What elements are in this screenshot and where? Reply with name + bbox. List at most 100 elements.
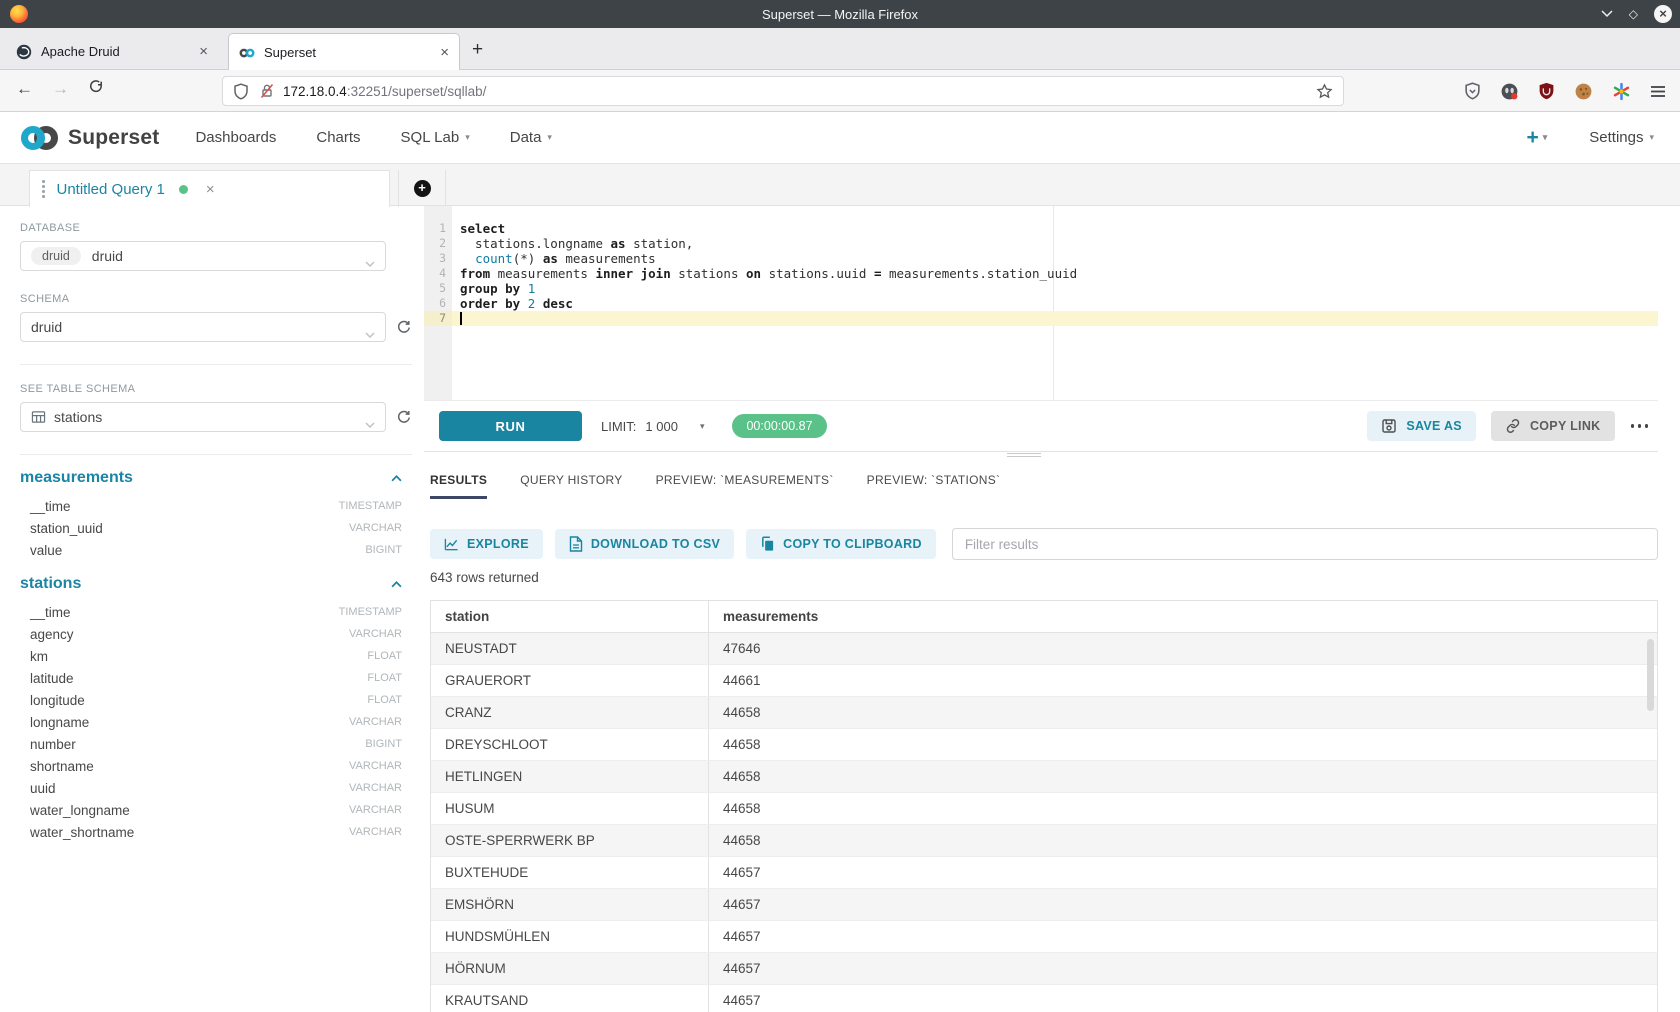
ublock-shield-icon[interactable]	[1538, 82, 1555, 100]
nav-item-sql-lab[interactable]: SQL Lab▾	[401, 129, 470, 146]
refresh-schemas-icon[interactable]	[395, 318, 412, 340]
bookmark-star-icon[interactable]	[1316, 83, 1333, 100]
code-line[interactable]	[452, 311, 1658, 326]
url-bar[interactable]: 172.18.0.4:32251/superset/sqllab/	[222, 76, 1344, 106]
tab-close-icon[interactable]: ×	[199, 43, 208, 60]
tracking-shield-icon[interactable]	[233, 83, 249, 100]
schema-table-name: measurements	[20, 469, 133, 487]
cell-station: KRAUTSAND	[431, 985, 709, 1012]
query-tab-close-icon[interactable]: ×	[206, 181, 215, 198]
tab-close-icon[interactable]: ×	[440, 44, 449, 61]
settings-menu[interactable]: Settings▾	[1589, 129, 1654, 146]
results-tab-preview-stations[interactable]: PREVIEW: `STATIONS`	[867, 460, 1001, 500]
browser-tab-apache-druid[interactable]: Apache Druid ×	[6, 33, 218, 70]
schema-column-row: latitudeFLOAT	[20, 667, 402, 689]
code-line[interactable]: from measurements inner join stations on…	[452, 266, 1658, 281]
query-tab-untitled-1[interactable]: Untitled Query 1 ×	[29, 170, 390, 207]
window-close-button[interactable]: ×	[1654, 5, 1672, 23]
cookie-icon[interactable]	[1574, 82, 1593, 101]
results-tab-preview-measurements[interactable]: PREVIEW: `MEASUREMENTS`	[656, 460, 834, 500]
save-as-button[interactable]: SAVE AS	[1367, 411, 1476, 441]
code-line[interactable]: select	[452, 221, 1658, 236]
code-line[interactable]: group by 1	[452, 281, 1658, 296]
pane-resize-handle[interactable]	[1007, 451, 1041, 459]
query-tabstrip: Untitled Query 1 × +	[0, 164, 1680, 206]
filter-results-input[interactable]	[952, 528, 1658, 560]
browser-toolbar: ← → 172.18.0.4:32251/superset/sqllab/	[0, 70, 1680, 112]
results-tabbar: RESULTS QUERY HISTORY PREVIEW: `MEASUREMEN…	[430, 460, 1658, 500]
column-name: km	[20, 649, 48, 664]
cell-measurements: 44658	[709, 729, 1657, 760]
plus-circle-icon: +	[414, 180, 431, 197]
shield-extension-icon[interactable]	[1464, 82, 1481, 100]
forward-button[interactable]: →	[52, 79, 69, 99]
back-button[interactable]: ←	[16, 79, 33, 99]
cell-station: HÖRNUM	[431, 953, 709, 984]
nav-item-data[interactable]: Data▾	[510, 129, 552, 146]
column-name: longname	[20, 715, 89, 730]
cell-measurements: 44658	[709, 825, 1657, 856]
reload-button[interactable]	[88, 79, 104, 100]
chevron-up-icon[interactable]	[391, 575, 402, 593]
schema-table-header-measurements[interactable]: measurements	[20, 469, 402, 487]
limit-value: 1 000	[645, 419, 678, 434]
results-table-header: station measurements	[431, 601, 1657, 633]
cell-measurements: 44658	[709, 793, 1657, 824]
column-name: value	[20, 543, 62, 558]
schema-select[interactable]: druid	[20, 312, 386, 342]
schema-column-row: water_shortnameVARCHAR	[20, 821, 402, 843]
run-button[interactable]: RUN	[439, 411, 582, 441]
more-options-button[interactable]	[1629, 418, 1651, 434]
text-cursor	[460, 312, 462, 325]
window-restore-icon[interactable]: ◇	[1629, 7, 1638, 21]
schema-table-header-stations[interactable]: stations	[20, 575, 402, 593]
insecure-lock-icon[interactable]	[259, 83, 275, 99]
results-scrollbar-thumb[interactable]	[1647, 639, 1654, 711]
chevron-up-icon[interactable]	[391, 469, 402, 487]
cell-measurements: 44658	[709, 761, 1657, 792]
download-csv-button[interactable]: DOWNLOAD TO CSV	[555, 529, 734, 559]
browser-tab-superset[interactable]: Superset ×	[228, 33, 460, 71]
results-tab-results[interactable]: RESULTS	[430, 460, 487, 500]
url-host: 172.18.0.4	[283, 84, 347, 99]
schema-column-row: __timeTIMESTAMP	[20, 601, 402, 623]
editor-code[interactable]: select stations.longname as station, cou…	[452, 206, 1658, 400]
column-name: number	[20, 737, 76, 752]
rows-returned-text: 643 rows returned	[430, 570, 539, 585]
add-new-button[interactable]: +▾	[1526, 126, 1547, 150]
explore-button[interactable]: EXPLORE	[430, 529, 543, 559]
schema-column-row: water_longnameVARCHAR	[20, 799, 402, 821]
add-query-tab[interactable]: +	[398, 170, 446, 207]
database-label: DATABASE	[20, 222, 412, 234]
column-header-measurements[interactable]: measurements	[709, 601, 1657, 632]
copy-to-clipboard-button[interactable]: COPY TO CLIPBOARD	[746, 529, 936, 559]
superset-brand[interactable]: Superset	[18, 124, 159, 152]
mask-extension-icon[interactable]	[1500, 82, 1519, 101]
code-line[interactable]: count(*) as measurements	[452, 251, 1658, 266]
column-header-station[interactable]: station	[431, 601, 709, 632]
code-line[interactable]: order by 2 desc	[452, 296, 1658, 311]
cell-station: NEUSTADT	[431, 633, 709, 664]
code-line[interactable]: stations.longname as station,	[452, 236, 1658, 251]
hamburger-menu-icon[interactable]	[1650, 85, 1666, 98]
results-actions-row: EXPLORE DOWNLOAD TO CSV COPY TO CLIPBOAR…	[430, 528, 1658, 560]
refresh-tables-icon[interactable]	[395, 408, 412, 430]
nav-item-dashboards[interactable]: Dashboards	[195, 129, 276, 146]
schema-column-row: uuidVARCHAR	[20, 777, 402, 799]
column-name: latitude	[20, 671, 74, 686]
query-tab-label: Untitled Query 1	[57, 181, 165, 198]
nav-item-charts[interactable]: Charts	[316, 129, 360, 146]
column-type: VARCHAR	[349, 760, 402, 772]
table-schema-select[interactable]: stations	[20, 402, 386, 432]
results-tab-query-history[interactable]: QUERY HISTORY	[520, 460, 622, 500]
database-select[interactable]: druid druid	[20, 241, 386, 271]
new-tab-button[interactable]: +	[472, 40, 483, 59]
superset-navbar: Superset Dashboards Charts SQL Lab▾ Data…	[0, 112, 1680, 164]
copy-link-button[interactable]: COPY LINK	[1491, 411, 1615, 441]
sql-editor[interactable]: 1234567 select stations.longname as stat…	[424, 206, 1658, 400]
colorful-asterisk-icon[interactable]	[1612, 82, 1631, 101]
cell-measurements: 44657	[709, 953, 1657, 984]
drag-handle-icon[interactable]	[42, 180, 45, 198]
window-menu-chevron-icon[interactable]	[1601, 5, 1613, 23]
limit-dropdown[interactable]: LIMIT: 1 000 ▾	[601, 419, 704, 434]
